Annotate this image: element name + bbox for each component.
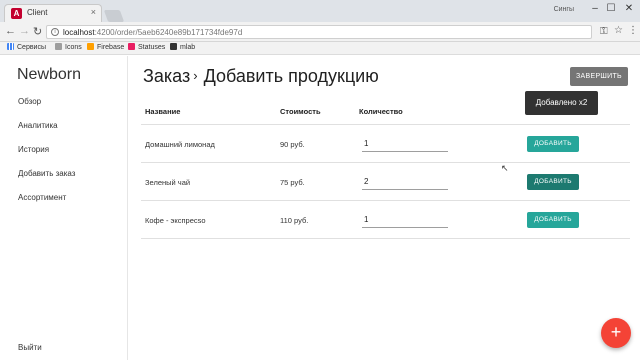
page-title: Заказ › Добавить продукцию	[143, 66, 379, 87]
column-header-quantity: Количество	[359, 107, 403, 116]
logout-link[interactable]: Выйти	[18, 343, 42, 352]
firebase-icon	[87, 43, 94, 50]
kebab-menu-icon[interactable]: ⋮	[628, 25, 638, 36]
table-row: Зеленый чай 75 руб. ДОБАВИТЬ	[141, 162, 630, 200]
chevron-right-icon: ›	[193, 68, 198, 83]
bookmark-firebase[interactable]: Firebase	[87, 43, 124, 51]
brand-logo: Newborn	[17, 66, 82, 83]
maximize-icon[interactable]: ☐	[604, 3, 618, 14]
key-icon[interactable]: ⚿	[600, 26, 608, 37]
url-input[interactable]: i localhost:4200/order/5aeb6240e89b17173…	[46, 25, 592, 39]
minimize-icon[interactable]: –	[588, 3, 602, 14]
bookmarks-bar: Сервисы Icons Firebase Statuses mlab	[0, 42, 640, 55]
column-header-name: Название	[145, 107, 181, 116]
new-tab-button[interactable]	[103, 10, 125, 22]
table-row: Кофе - экспресso 110 руб. ДОБАВИТЬ	[141, 200, 630, 238]
angular-icon: A	[11, 8, 22, 19]
bookmark-mlab[interactable]: mlab	[170, 43, 195, 51]
sidebar-item-assortment[interactable]: Ассортимент	[18, 193, 66, 202]
url-path: :4200/order/5aeb6240e89b171734fde97d	[94, 28, 243, 37]
add-button[interactable]: ДОБАВИТЬ	[527, 136, 579, 152]
page-icon	[55, 43, 62, 50]
bookmark-statuses[interactable]: Statuses	[128, 43, 165, 51]
mlab-icon	[170, 43, 177, 50]
breadcrumb-order[interactable]: Заказ	[143, 66, 190, 86]
quantity-input[interactable]	[362, 212, 448, 228]
product-price: 90 руб.	[280, 140, 305, 149]
sidebar-item-analytics[interactable]: Аналитика	[18, 121, 58, 130]
browser-titlebar: A Client × Сингы – ☐ ✕	[0, 0, 640, 22]
apps-grid-icon	[7, 43, 14, 50]
back-icon[interactable]: ←	[5, 25, 16, 37]
sidebar: Newborn Обзор Аналитика История Добавить…	[0, 56, 128, 360]
product-name: Кофе - экспресso	[145, 216, 206, 225]
tab-title: Client	[27, 8, 48, 17]
main-content: Заказ › Добавить продукцию ЗАВЕРШИТЬ Добав…	[129, 56, 640, 360]
url-host: localhost	[63, 28, 95, 37]
page-heading: Добавить продукцию	[203, 66, 379, 86]
close-tab-icon[interactable]: ×	[91, 7, 96, 17]
browser-tab[interactable]: A Client ×	[4, 4, 102, 22]
quantity-input[interactable]	[362, 174, 448, 190]
statuses-icon	[128, 43, 135, 50]
sidebar-item-history[interactable]: История	[18, 145, 49, 154]
bookmark-icons[interactable]: Icons	[55, 43, 82, 51]
mouse-cursor-icon: ↖	[501, 163, 509, 173]
toast-notification: Добавлено x2	[525, 91, 598, 115]
add-fab-button[interactable]: +	[601, 318, 631, 348]
product-name: Домашний лимонад	[145, 140, 215, 149]
sidebar-item-overview[interactable]: Обзор	[18, 97, 41, 106]
quantity-input[interactable]	[362, 136, 448, 152]
address-bar: ← → ↻ i localhost:4200/order/5aeb6240e89…	[0, 22, 640, 42]
info-icon[interactable]: i	[51, 28, 59, 36]
reload-icon[interactable]: ↻	[33, 25, 42, 38]
table-divider	[141, 238, 630, 239]
add-button[interactable]: ДОБАВИТЬ	[527, 174, 579, 190]
forward-icon[interactable]: →	[19, 25, 30, 37]
profile-name[interactable]: Сингы	[554, 6, 574, 13]
table-row: Домашний лимонад 90 руб. ДОБАВИТЬ	[141, 124, 630, 162]
column-header-price: Стоимость	[280, 107, 321, 116]
bookmark-apps[interactable]: Сервисы	[7, 43, 46, 51]
add-button[interactable]: ДОБАВИТЬ	[527, 212, 579, 228]
sidebar-item-add-order[interactable]: Добавить заказ	[18, 169, 75, 178]
close-window-icon[interactable]: ✕	[622, 3, 636, 14]
star-icon[interactable]: ☆	[614, 25, 623, 36]
finish-button[interactable]: ЗАВЕРШИТЬ	[570, 67, 628, 86]
product-price: 75 руб.	[280, 178, 305, 187]
product-price: 110 руб.	[280, 216, 309, 225]
product-name: Зеленый чай	[145, 178, 191, 187]
